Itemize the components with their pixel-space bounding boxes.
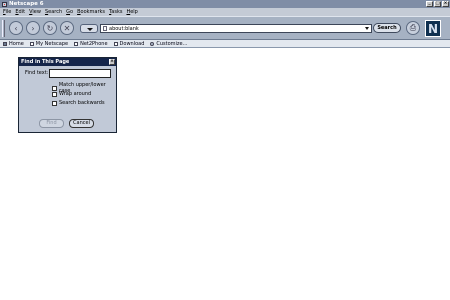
checkbox-box[interactable]	[52, 91, 57, 97]
bookmark-label: Home	[9, 40, 24, 47]
checkbox-label: Wrap around	[59, 91, 92, 97]
bookmark-label: Customize...	[156, 40, 188, 47]
bookmark-label: Net2Phone	[80, 40, 108, 47]
search-backwards-checkbox[interactable]: Search backwards	[52, 100, 105, 106]
find-dialog-titlebar[interactable]: Find in This Page ×	[19, 58, 116, 66]
navigation-toolbar: ‹ › ↻ ✕ about:blank Search ⎙ N	[0, 16, 450, 40]
back-arrow-icon: ‹	[14, 23, 18, 33]
find-text-label: Find text:	[25, 70, 49, 76]
home-icon	[3, 41, 7, 46]
url-text: about:blank	[109, 25, 139, 32]
bookmark-label: Download	[119, 40, 145, 47]
bookmark-icon	[113, 41, 118, 46]
menu-help[interactable]: Help	[126, 9, 137, 15]
maximize-button[interactable]: □	[434, 1, 441, 7]
printer-icon: ⎙	[409, 23, 417, 32]
url-area: about:blank	[80, 23, 372, 34]
wrap-around-checkbox[interactable]: Wrap around	[52, 91, 91, 97]
stop-button[interactable]: ✕	[60, 21, 74, 35]
bookmark-customize[interactable]: Customize...	[150, 41, 187, 47]
close-window-button[interactable]: ×	[442, 1, 449, 7]
menu-bookmarks[interactable]: Bookmarks	[77, 9, 105, 15]
bookmark-home[interactable]: Home	[3, 41, 24, 47]
menu-bar: File Edit View Search Go Bookmarks Tasks…	[0, 8, 450, 16]
bookmark-net2phone[interactable]: Net2Phone	[74, 40, 108, 47]
forward-arrow-icon: ›	[31, 23, 35, 33]
find-text-input[interactable]	[49, 69, 111, 78]
customize-icon	[150, 41, 155, 46]
cancel-button[interactable]: Cancel	[69, 119, 94, 128]
checkbox-box[interactable]	[52, 85, 57, 91]
checkbox-box[interactable]	[52, 100, 57, 106]
netscape-logo-throbber[interactable]: N	[425, 20, 441, 37]
checkbox-label: Search backwards	[59, 100, 105, 106]
bookmark-icon	[74, 41, 79, 46]
print-button[interactable]: ⎙	[406, 21, 420, 35]
find-button[interactable]: Find	[39, 119, 64, 128]
window-controls: _ □ ×	[426, 1, 449, 7]
menu-edit[interactable]: Edit	[15, 9, 25, 15]
history-dropdown-button[interactable]	[80, 24, 98, 33]
find-dialog-title: Find in This Page	[21, 59, 70, 65]
menu-search[interactable]: Search	[45, 9, 62, 15]
menu-file[interactable]: File	[3, 9, 11, 15]
reload-button[interactable]: ↻	[43, 21, 57, 35]
find-dialog: Find in This Page × Find text: Match upp…	[18, 57, 117, 133]
reload-icon: ↻	[46, 23, 54, 33]
bookmark-label: My Netscape	[35, 40, 69, 47]
url-field[interactable]: about:blank	[100, 24, 372, 33]
bookmark-download[interactable]: Download	[113, 40, 145, 47]
url-dropdown-icon[interactable]	[365, 27, 369, 30]
menu-go[interactable]: Go	[66, 9, 73, 15]
menu-tasks[interactable]: Tasks	[109, 9, 122, 15]
find-dialog-close-button[interactable]: ×	[109, 59, 115, 65]
window-title: Netscape 6	[9, 1, 44, 7]
toolbar-grippy[interactable]	[2, 20, 5, 37]
bookmark-my-netscape[interactable]: My Netscape	[29, 40, 69, 47]
window-titlebar[interactable]: Netscape 6 _ □ ×	[0, 0, 450, 8]
back-button[interactable]: ‹	[9, 21, 23, 35]
search-button[interactable]: Search	[373, 23, 401, 33]
bookmark-icon	[29, 41, 34, 46]
menu-view[interactable]: View	[29, 9, 41, 15]
personal-toolbar: Home My Netscape Net2Phone Download Cust…	[0, 40, 450, 48]
page-icon	[103, 26, 107, 31]
netscape-app-icon	[2, 1, 7, 7]
minimize-button[interactable]: _	[426, 1, 433, 7]
stop-icon: ✕	[63, 23, 71, 33]
forward-button[interactable]: ›	[26, 21, 40, 35]
